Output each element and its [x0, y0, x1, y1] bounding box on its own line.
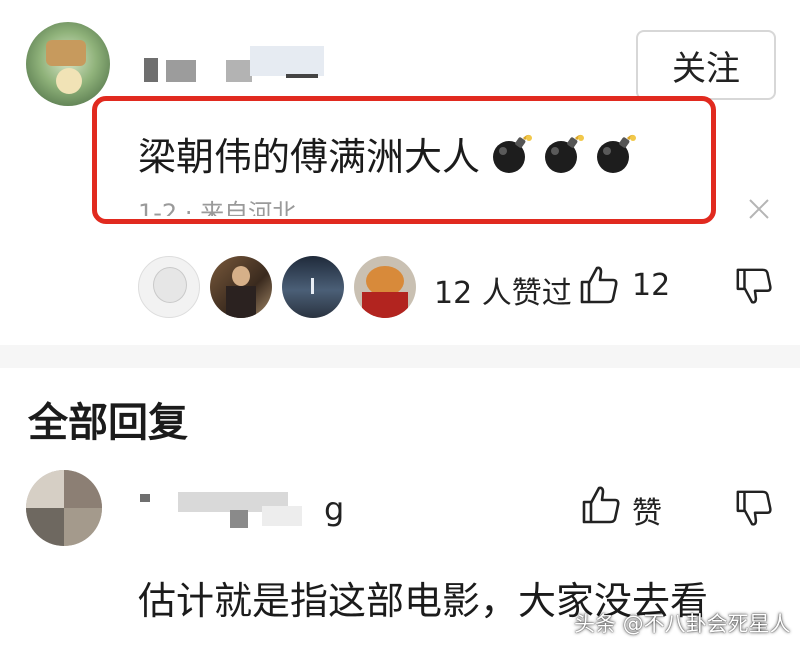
commenter-username-blurred[interactable]: [138, 46, 328, 86]
bomb-icon: [545, 134, 585, 173]
like-count: 12: [632, 268, 671, 303]
liker-avatar[interactable]: [138, 256, 200, 318]
comment-text: 梁朝伟的傅满洲大人: [138, 126, 637, 181]
reply-username-suffix: g: [324, 490, 345, 528]
liker-avatar[interactable]: [282, 256, 344, 318]
liker-avatar[interactable]: [354, 256, 416, 318]
avatar-detail: [46, 40, 86, 66]
all-replies-title: 全部回复: [28, 400, 188, 446]
reply-avatar[interactable]: [26, 470, 102, 546]
follow-button[interactable]: 关注: [636, 30, 776, 100]
close-icon[interactable]: [746, 196, 772, 222]
liker-avatar[interactable]: [210, 256, 272, 318]
commenter-avatar[interactable]: [26, 22, 110, 106]
reply-like-label[interactable]: 赞: [632, 488, 662, 532]
avatar-detail: [56, 68, 82, 94]
thumbs-up-icon[interactable]: [580, 484, 622, 526]
comment-body: 梁朝伟的傅满洲大人: [138, 135, 481, 179]
bomb-icon: [493, 134, 533, 173]
watermark: 头条 @不八卦会死星人: [574, 612, 791, 636]
thumbs-down-icon[interactable]: [734, 266, 774, 306]
comment-meta: 1-2 · 来自河北: [138, 199, 297, 216]
thumbs-down-icon[interactable]: [734, 488, 774, 528]
reply-username-blurred[interactable]: [138, 488, 318, 532]
thumbs-up-icon[interactable]: [578, 264, 620, 306]
liked-by-count[interactable]: 12 人赞过: [434, 268, 572, 312]
bomb-icon: [597, 134, 637, 173]
